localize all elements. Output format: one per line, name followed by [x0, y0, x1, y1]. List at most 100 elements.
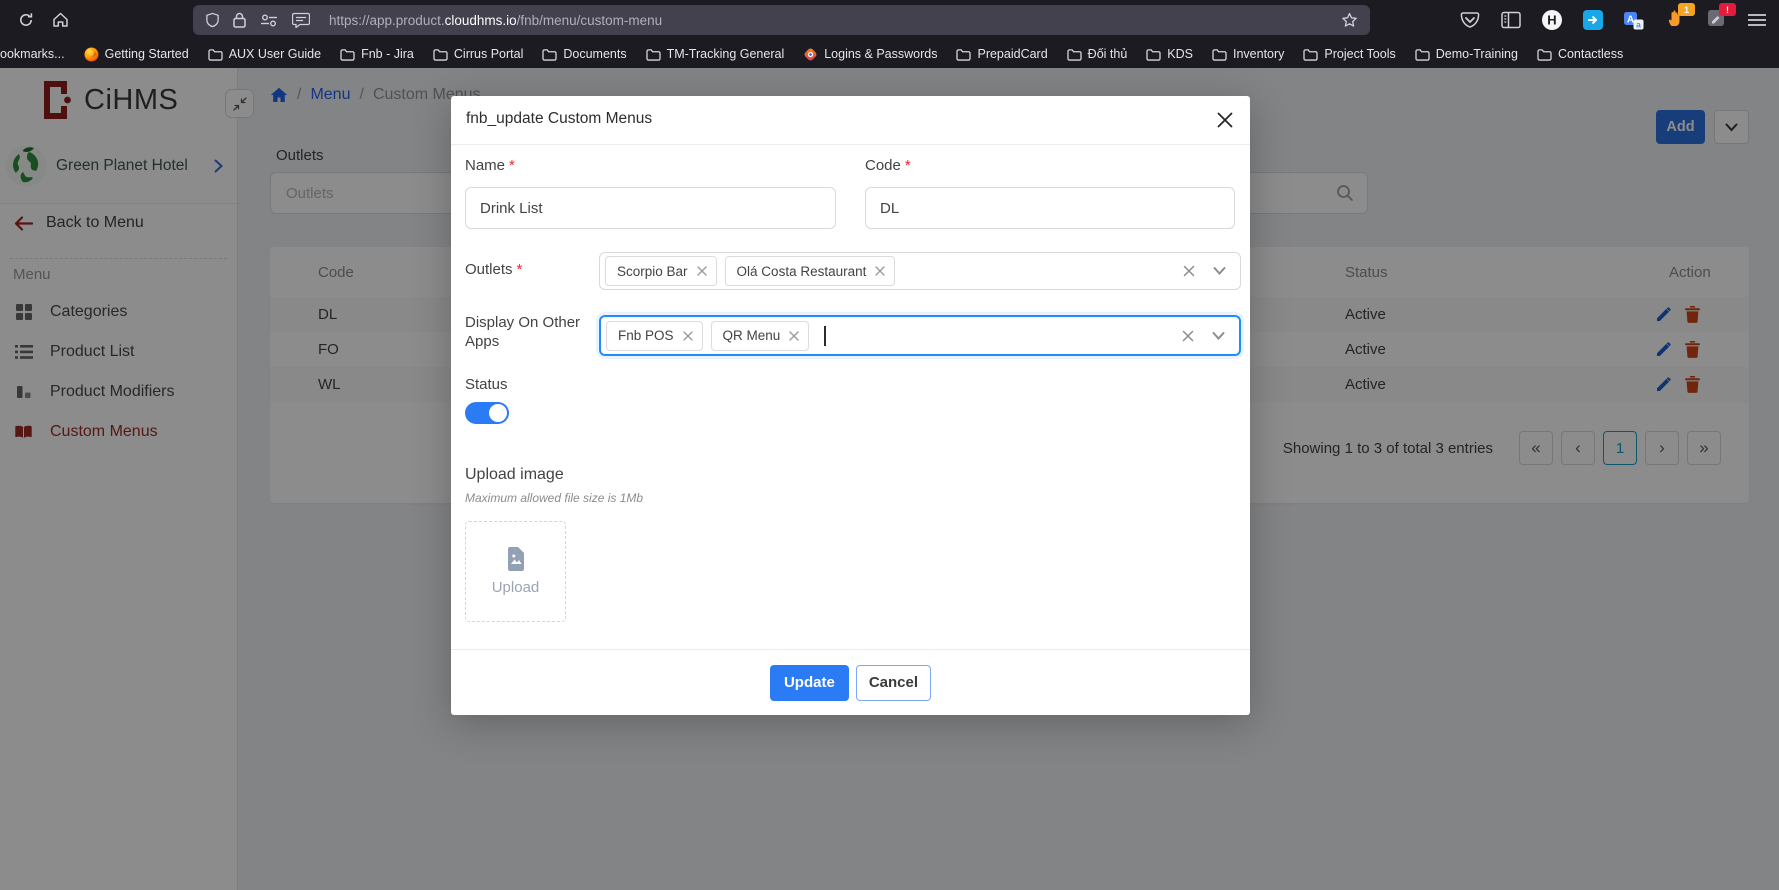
browser-toolbar: https://app.product.cloudhms.io/fnb/menu… — [0, 0, 1779, 40]
url-domain: cloudhms.io — [445, 13, 517, 28]
required-mark: * — [517, 261, 523, 278]
bookmark-item[interactable]: Fnb - Jira — [340, 47, 414, 61]
cancel-button[interactable]: Cancel — [856, 665, 931, 701]
status-toggle[interactable] — [465, 402, 509, 424]
folder-icon — [208, 48, 223, 61]
bookmarks-list: Getting Started AUX User Guide Fnb - Jira C… — [84, 47, 1624, 62]
pocket-icon[interactable] — [1458, 8, 1482, 32]
bookmark-label: TM-Tracking General — [667, 47, 785, 61]
tag-chip: Olá Costa Restaurant — [725, 256, 896, 286]
bookmark-item[interactable]: AUX User Guide — [208, 47, 321, 61]
clear-icon[interactable] — [1182, 330, 1194, 342]
close-icon[interactable] — [1214, 109, 1236, 131]
update-custom-menus-dialog: fnb_update Custom Menus Name* Code* Outl… — [451, 96, 1250, 715]
bookmark-item[interactable]: KDS — [1146, 47, 1193, 61]
bookmark-item[interactable]: Demo-Training — [1415, 47, 1518, 61]
bookmark-label: Demo-Training — [1436, 47, 1518, 61]
svg-text:H: H — [1547, 13, 1556, 28]
bookmark-label: Documents — [563, 47, 626, 61]
display-apps-select[interactable]: Fnb POS QR Menu — [599, 315, 1241, 356]
outlets-label-text: Outlets — [465, 261, 513, 278]
tag-remove-icon[interactable] — [683, 331, 693, 341]
folder-icon — [1303, 48, 1318, 61]
upload-dropzone[interactable]: Upload — [465, 521, 566, 622]
update-button[interactable]: Update — [770, 665, 849, 701]
status-label: Status — [465, 376, 508, 393]
bookmark-label: Cirrus Portal — [454, 47, 523, 61]
chat-bubble-icon[interactable] — [292, 12, 310, 28]
bookmark-item[interactable]: Đối thủ — [1067, 47, 1128, 61]
tag-chip: Fnb POS — [606, 321, 703, 351]
bookmark-star-icon[interactable] — [1341, 12, 1358, 29]
screen: https://app.product.cloudhms.io/fnb/menu… — [0, 0, 1779, 890]
alert-badge: ! — [1719, 3, 1736, 16]
bookmark-item[interactable]: Inventory — [1212, 47, 1284, 61]
folder-icon — [1146, 48, 1161, 61]
name-input[interactable] — [465, 187, 836, 229]
shield-icon[interactable] — [205, 12, 220, 28]
bookmarks-overflow[interactable]: ookmarks... — [0, 47, 65, 61]
bookmark-item[interactable]: Project Tools — [1303, 47, 1395, 61]
tag-remove-icon[interactable] — [789, 331, 799, 341]
extension-tasks-icon[interactable]: ! — [1704, 8, 1728, 32]
sidebar-toggle-icon[interactable] — [1499, 8, 1523, 32]
name-label: Name* — [465, 157, 515, 174]
bookmark-label: Đối thủ — [1088, 47, 1128, 61]
url-path: /fnb/menu/custom-menu — [517, 13, 663, 28]
bookmark-label: Fnb - Jira — [361, 47, 414, 61]
firefox-icon — [84, 47, 99, 62]
hamburger-menu-icon[interactable] — [1745, 8, 1769, 32]
tag-remove-icon[interactable] — [875, 266, 885, 276]
bookmark-label: Logins & Passwords — [824, 47, 937, 61]
url-text: https://app.product.cloudhms.io/fnb/menu… — [329, 13, 1328, 28]
bookmark-item[interactable]: Cirrus Portal — [433, 47, 523, 61]
tag-chip: QR Menu — [711, 321, 810, 351]
reload-icon[interactable] — [10, 4, 42, 36]
bookmark-item[interactable]: Contactless — [1537, 47, 1623, 61]
folder-icon — [433, 48, 448, 61]
display-apps-label: Display On Other Apps — [465, 313, 590, 351]
dialog-header: fnb_update Custom Menus — [451, 96, 1250, 145]
url-prefix: https://app.product. — [329, 13, 445, 28]
toggle-knob — [489, 404, 507, 422]
bookmark-label: Project Tools — [1324, 47, 1395, 61]
folder-icon — [956, 48, 971, 61]
bookmark-label: AUX User Guide — [229, 47, 321, 61]
notification-badge: 1 — [1678, 3, 1695, 16]
code-input[interactable] — [865, 187, 1235, 229]
permissions-icon[interactable] — [259, 14, 279, 27]
clear-icon[interactable] — [1183, 265, 1195, 277]
translate-icon[interactable]: Aa — [1622, 8, 1646, 32]
tag-remove-icon[interactable] — [697, 266, 707, 276]
chevron-down-icon[interactable] — [1213, 267, 1226, 276]
folder-icon — [1212, 48, 1227, 61]
folder-icon — [1067, 48, 1082, 61]
required-mark: * — [905, 157, 911, 174]
bookmark-item[interactable]: Getting Started — [84, 47, 189, 62]
folder-icon — [542, 48, 557, 61]
bookmarks-bar: ookmarks... Getting Started AUX User Guid… — [0, 40, 1779, 68]
tag-label: Olá Costa Restaurant — [737, 264, 867, 279]
chevron-down-icon[interactable] — [1212, 331, 1225, 340]
extension-hand-icon[interactable]: 1 — [1663, 8, 1687, 32]
bookmark-item[interactable]: PrepaidCard — [956, 47, 1047, 61]
extension-share-icon[interactable] — [1581, 8, 1605, 32]
home-icon[interactable] — [44, 4, 76, 36]
code-label: Code* — [865, 157, 911, 174]
apps-tags: Fnb POS QR Menu — [606, 321, 809, 351]
name-label-text: Name — [465, 157, 505, 174]
bookmark-item[interactable]: Logins & Passwords — [803, 47, 937, 62]
code-label-text: Code — [865, 157, 901, 174]
outlets-select[interactable]: Scorpio BarOlá Costa Restaurant — [599, 252, 1241, 290]
url-bar[interactable]: https://app.product.cloudhms.io/fnb/menu… — [193, 5, 1370, 35]
bookmark-item[interactable]: TM-Tracking General — [646, 47, 785, 61]
text-caret — [824, 326, 826, 346]
outlets-tags: Scorpio BarOlá Costa Restaurant — [605, 256, 895, 286]
bookmark-label: PrepaidCard — [977, 47, 1047, 61]
bookmark-item[interactable]: Documents — [542, 47, 626, 61]
tag-label: QR Menu — [723, 328, 781, 343]
lock-icon[interactable] — [233, 12, 246, 28]
extension-h-icon[interactable]: H — [1540, 8, 1564, 32]
outlets-label: Outlets* — [465, 261, 522, 278]
svg-text:a: a — [1636, 20, 1641, 30]
